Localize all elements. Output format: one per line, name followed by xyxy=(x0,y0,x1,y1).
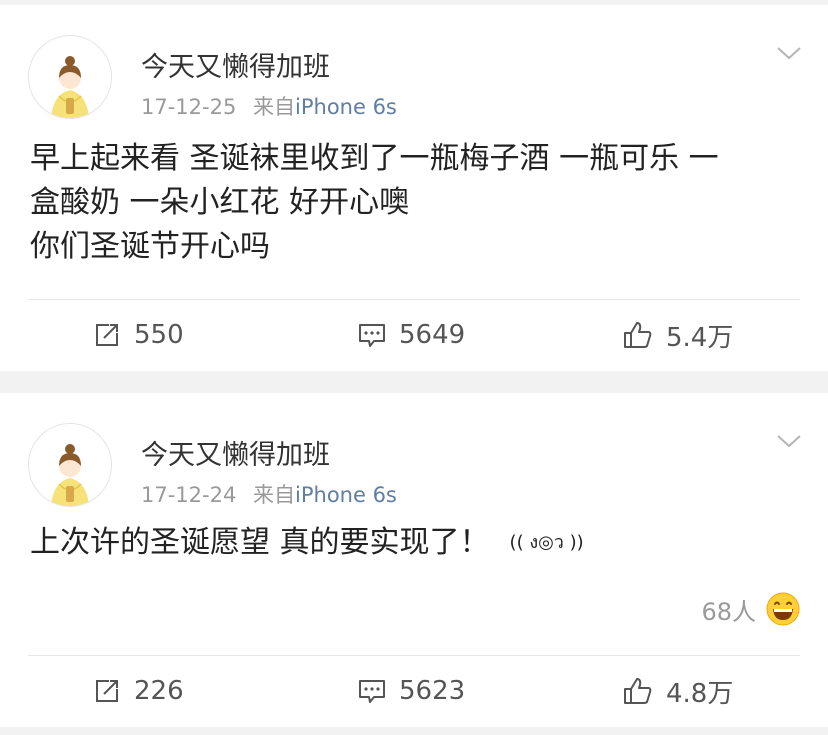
comment-button[interactable]: 5649 xyxy=(357,305,465,365)
avatar[interactable] xyxy=(28,423,112,507)
repost-icon xyxy=(96,324,118,346)
repost-button[interactable]: 550 xyxy=(92,305,184,365)
comment-button[interactable]: 5623 xyxy=(357,661,465,721)
avatar-illustration xyxy=(29,36,111,118)
post-date: 17-12-25 xyxy=(141,95,237,119)
source-prefix: 来自 xyxy=(253,95,296,119)
post-card: 今天又懒得加班 17-12-25 来自iPhone 6s 早上起来看 圣诞袜里收… xyxy=(0,5,828,371)
divider xyxy=(28,299,800,300)
divider xyxy=(28,655,800,656)
post-card: 今天又懒得加班 17-12-24 来自iPhone 6s 上次许的圣诞愿望 真的… xyxy=(0,393,828,727)
reaction-count: 68人 xyxy=(701,597,756,626)
comment-icon xyxy=(359,324,385,347)
comment-count: 5623 xyxy=(399,676,466,706)
thumbs-up-icon xyxy=(624,322,652,348)
author-name[interactable]: 今天又懒得加班 xyxy=(141,45,330,84)
action-bar: 550 5649 5.4万 xyxy=(0,305,828,365)
avatar-illustration xyxy=(29,424,111,506)
post-text-block: 上次许的圣诞愿望 真的要实现了！ (( ง◎ว )) xyxy=(30,521,800,569)
avatar[interactable] xyxy=(28,35,112,119)
source-link[interactable]: iPhone 6s xyxy=(295,95,397,119)
grinning-emoji-icon xyxy=(766,592,800,626)
post-date: 17-12-24 xyxy=(141,483,237,507)
repost-button[interactable]: 226 xyxy=(92,661,184,721)
like-count: 4.8万 xyxy=(666,678,734,709)
post-text: 早上起来看 圣诞袜里收到了一瓶梅子酒 一瓶可乐 一 盒酸奶 一朵小红花 好开心噢… xyxy=(30,141,719,264)
like-button[interactable]: 4.8万 xyxy=(622,661,733,721)
chevron-down-icon[interactable] xyxy=(774,431,804,451)
chevron-down-icon[interactable] xyxy=(774,43,804,63)
like-count: 5.4万 xyxy=(666,322,734,353)
comment-icon xyxy=(359,680,385,703)
post-meta: 17-12-25 来自iPhone 6s xyxy=(141,91,397,121)
reaction-summary[interactable]: 68人 xyxy=(701,589,800,629)
repost-count: 550 xyxy=(134,320,184,350)
like-button[interactable]: 5.4万 xyxy=(622,305,733,365)
source-link[interactable]: iPhone 6s xyxy=(295,483,397,507)
kaomoji: (( ง◎ว )) xyxy=(509,532,584,553)
repost-icon xyxy=(96,680,118,702)
action-bar: 226 5623 4.8万 xyxy=(0,661,828,721)
repost-count: 226 xyxy=(134,676,184,706)
post-meta: 17-12-24 来自iPhone 6s xyxy=(141,479,397,509)
post-text: 上次许的圣诞愿望 真的要实现了！ xyxy=(30,525,490,560)
comment-count: 5649 xyxy=(399,320,466,350)
source-prefix: 来自 xyxy=(253,483,296,507)
thumbs-up-icon xyxy=(624,678,652,704)
author-name[interactable]: 今天又懒得加班 xyxy=(141,433,330,472)
